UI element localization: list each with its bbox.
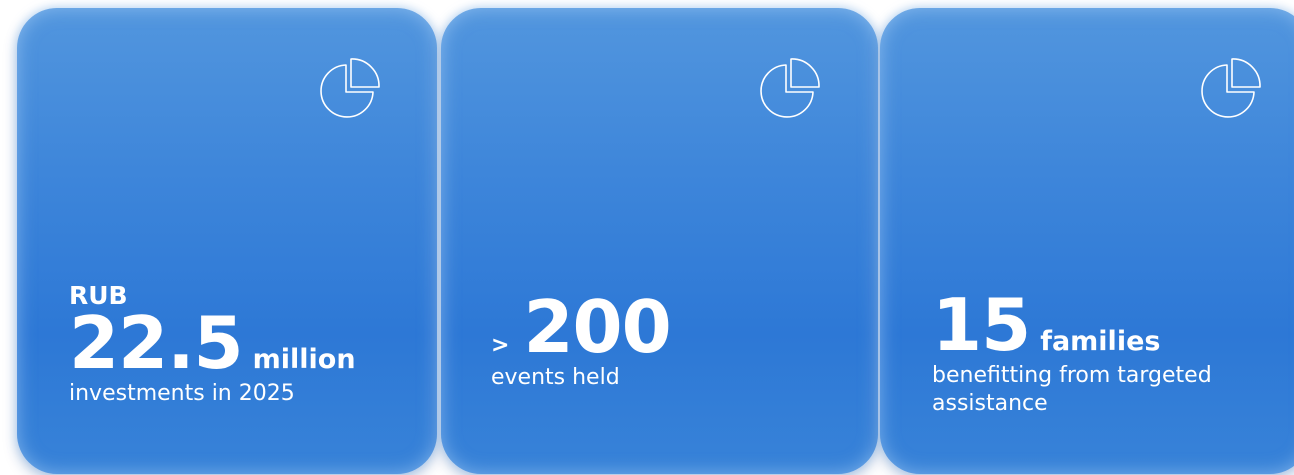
stat-value: 22.5 (69, 301, 244, 385)
stat-card-events: > 200 events held (441, 8, 878, 474)
stat-figure: 15 families (932, 288, 1262, 362)
stat-figure: > 200 (491, 285, 672, 369)
stat-content: RUB 22.5 million investments in 2025 (69, 282, 356, 408)
stat-prefix: > (491, 333, 510, 358)
pie-chart-icon (1196, 55, 1264, 123)
pie-chart-icon (755, 55, 823, 123)
stat-content: > 200 events held (491, 285, 672, 392)
stat-description: investments in 2025 (69, 381, 295, 406)
stat-card-families: 15 families benefitting from targeted as… (880, 8, 1294, 474)
stat-description: benefitting from targeted assistance (932, 363, 1212, 416)
stat-unit: families (1040, 326, 1161, 357)
stat-card-investments: RUB 22.5 million investments in 2025 (17, 8, 437, 474)
stat-value: 15 (932, 283, 1031, 367)
pie-chart-icon (315, 55, 383, 123)
stats-panel: RUB 22.5 million investments in 2025 > 2… (0, 0, 1294, 475)
stat-content: 15 families benefitting from targeted as… (932, 288, 1262, 418)
stat-figure: 22.5 million (69, 306, 356, 380)
stat-value: 200 (523, 285, 671, 369)
stat-unit: million (252, 344, 356, 375)
